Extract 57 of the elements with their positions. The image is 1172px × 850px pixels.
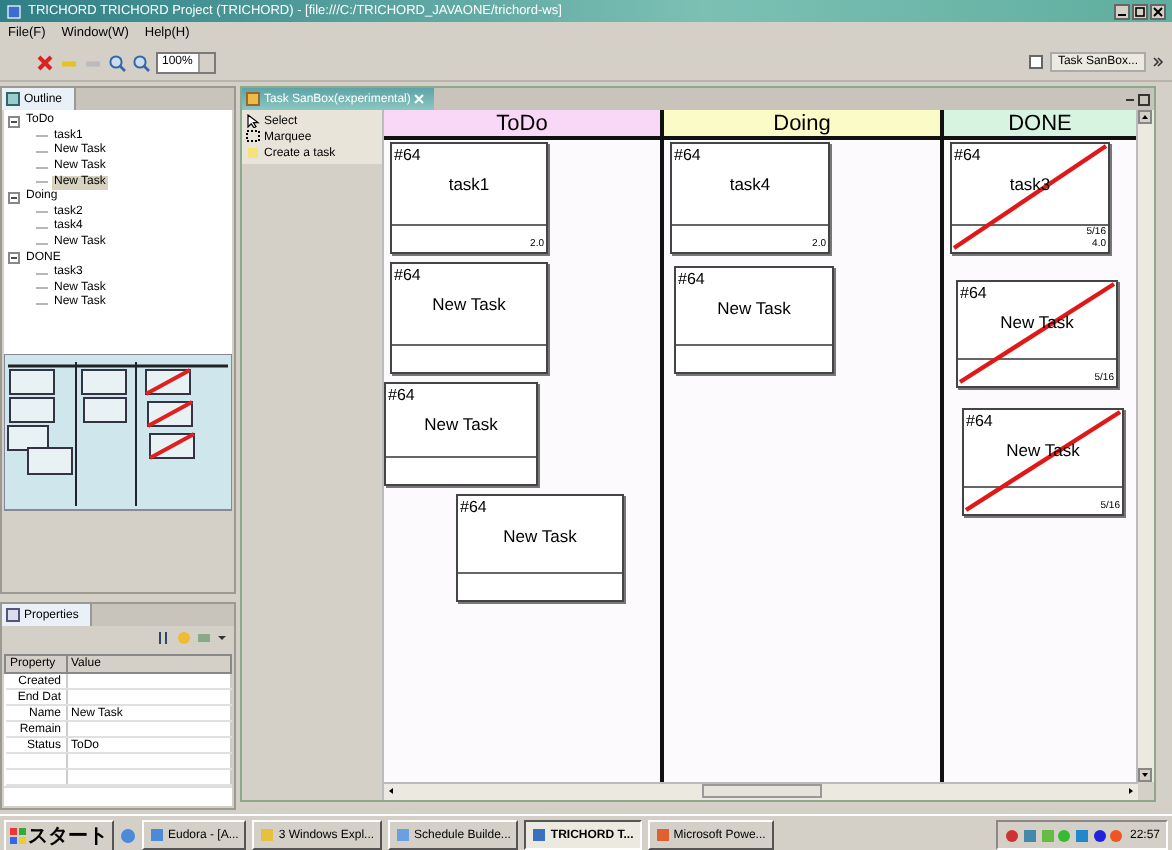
zoom-out-icon[interactable]	[132, 53, 150, 71]
task-number: #64	[392, 264, 421, 284]
task-name: task3	[1009, 174, 1051, 194]
app-icon	[6, 3, 22, 19]
chevron-icon[interactable]	[1152, 54, 1164, 70]
editor-icon	[246, 92, 260, 106]
windows-icon	[10, 827, 26, 843]
window-icon	[655, 828, 670, 842]
marquee-icon	[246, 130, 260, 144]
task-number: #64	[952, 144, 981, 164]
window-icon	[260, 828, 275, 842]
column-header: DONE	[944, 110, 1136, 140]
expander-icon[interactable]	[8, 191, 20, 204]
tray-icons-drawing	[1003, 827, 1124, 843]
column-header: Doing	[664, 110, 940, 140]
window-icon	[532, 828, 547, 842]
tree-line-icon	[36, 237, 48, 250]
expander-icon[interactable]	[8, 115, 20, 128]
task-number: #64	[964, 410, 993, 430]
arrow-icon	[246, 114, 260, 128]
task-name: New Task	[717, 298, 791, 318]
task-number: #64	[392, 144, 421, 164]
scroll-down-icon[interactable]	[1138, 768, 1152, 782]
task-number: #64	[672, 144, 701, 164]
task-card[interactable]: #64 New Task	[390, 262, 548, 374]
task-number: #64	[958, 282, 987, 302]
column-header: ToDo	[384, 110, 660, 140]
scroll-up-icon[interactable]	[1138, 110, 1152, 124]
zoom-in-icon[interactable]	[108, 53, 126, 71]
minimize-icon[interactable]	[1124, 93, 1136, 105]
minimize-icon[interactable]	[1114, 3, 1130, 19]
task-number: #64	[386, 384, 415, 404]
maximize-icon[interactable]	[1132, 3, 1148, 19]
task-name: task1	[448, 174, 490, 194]
expander-icon[interactable]	[8, 252, 20, 265]
close-icon[interactable]	[1150, 3, 1166, 19]
task-name: New Task	[424, 414, 498, 434]
task-name: New Task	[503, 526, 577, 546]
scroll-thumb-icon[interactable]	[701, 784, 821, 798]
window-icon	[150, 828, 164, 842]
task-card[interactable]: #64 New Task	[384, 382, 538, 486]
task-name: New Task	[432, 294, 506, 314]
task-number: #64	[458, 496, 487, 516]
view-menu-icon[interactable]	[216, 630, 228, 646]
task-number: #64	[676, 268, 705, 288]
task-card[interactable]: #64 New Task	[674, 266, 834, 374]
sort-icon[interactable]	[156, 630, 172, 646]
outline-icon	[6, 92, 20, 106]
open-perspective-icon[interactable]	[1027, 54, 1044, 70]
window-icon	[396, 828, 411, 842]
task-icon	[246, 146, 260, 160]
task-card[interactable]: #64 New Task	[456, 494, 624, 602]
properties-icon	[6, 608, 20, 622]
delete-icon[interactable]	[36, 53, 54, 71]
task-name: task4	[729, 174, 771, 194]
maximize-icon[interactable]	[1138, 93, 1150, 105]
start-button[interactable]: スタート	[4, 819, 114, 850]
